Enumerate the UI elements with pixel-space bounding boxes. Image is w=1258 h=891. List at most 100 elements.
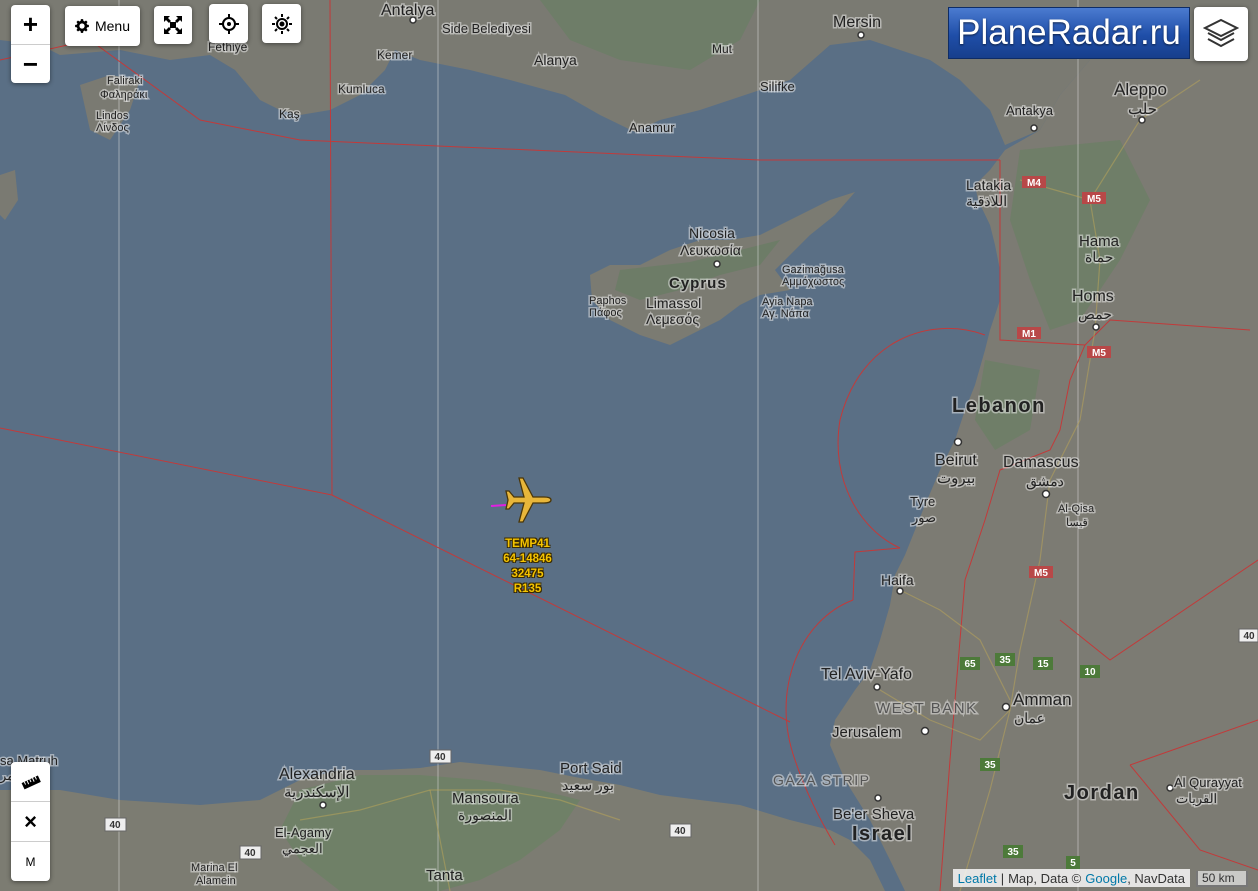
shield-40d: 40	[669, 823, 692, 838]
label-anamur: Anamur	[629, 120, 675, 135]
label-mansoura-ar: المنصورة	[458, 807, 512, 824]
label-beirut-ar: بيروت	[937, 470, 975, 487]
label-israel: Israel	[852, 823, 913, 845]
layers-button[interactable]	[1194, 7, 1248, 61]
label-kas: Kaş	[279, 107, 300, 121]
label-west-bank: WEST BANK	[876, 700, 978, 717]
label-silifke: Silifke	[760, 79, 795, 94]
label-mersin: Mersin	[833, 14, 881, 31]
label-aleppo-ar: حلب	[1128, 101, 1157, 118]
shield-35c: 35	[1003, 845, 1023, 858]
shield-m1: M1	[1017, 327, 1041, 340]
label-alanya: Alanya	[534, 52, 577, 68]
label-tyre: Tyre	[910, 494, 935, 509]
label-antakya: Antakya	[1006, 103, 1054, 118]
shield-40d-label: 40	[674, 826, 686, 837]
shield-15: 15	[1033, 657, 1053, 670]
label-tyre-ar: صور	[911, 510, 936, 526]
shield-m5a: M5	[1082, 192, 1106, 205]
attribution-separator: |	[1000, 870, 1005, 886]
locate-button[interactable]	[209, 4, 248, 43]
fullscreen-button[interactable]	[154, 6, 192, 44]
leaflet-link[interactable]: Leaflet	[958, 871, 997, 886]
label-lebanon: Lebanon	[952, 395, 1046, 417]
shield-40e: 40	[1238, 628, 1258, 643]
label-gazimagusa: Gazimağusa	[782, 264, 845, 276]
label-mansoura: Mansoura	[452, 790, 519, 807]
shield-5-label: 5	[1070, 858, 1076, 869]
google-link[interactable]: Google	[1085, 871, 1127, 886]
aircraft-label[interactable]: TEMP41 64-14846 32475 R135	[490, 537, 565, 597]
label-limassol-gr: Λεμεσός	[646, 311, 699, 327]
menu-label: Menu	[94, 18, 131, 34]
ruler-icon	[21, 774, 41, 789]
label-gazimagusa-gr: Αμμόχωστος	[782, 276, 844, 288]
label-port-said-ar: بور سعيد	[562, 777, 614, 794]
label-haifa: Haifa	[881, 572, 914, 588]
shield-65: 65	[960, 657, 980, 670]
label-lindos: Lindos	[96, 110, 129, 122]
shield-10: 10	[1080, 665, 1100, 678]
label-lindos-gr: Λίνδος	[96, 122, 129, 134]
shield-35a: 35	[995, 653, 1015, 666]
shield-15-label: 15	[1037, 659, 1049, 670]
aircraft-type: R135	[513, 583, 542, 595]
label-homs: Homs	[1072, 288, 1114, 305]
zoom-control: + −	[11, 5, 50, 83]
label-amman: Amman	[1013, 690, 1072, 709]
label-paphos-gr: Πάφος	[589, 307, 622, 319]
label-kumluca: Kumluca	[338, 82, 385, 96]
shield-40c-label: 40	[244, 848, 256, 859]
label-tel-aviv: Tel Aviv-Yafo	[821, 666, 912, 683]
shield-40c: 40	[239, 845, 262, 860]
shield-40b-label: 40	[109, 820, 121, 831]
shield-35b-label: 35	[984, 760, 996, 771]
shield-m5b-label: M5	[1092, 348, 1106, 359]
label-el-agamy-ar: العجمي	[282, 841, 323, 856]
label-nicosia: Nicosia	[689, 225, 735, 241]
label-jerusalem: Jerusalem	[832, 724, 901, 741]
attribution-navdata: , NavData	[1127, 870, 1185, 886]
label-gaza: GAZA STRIP	[773, 772, 870, 788]
label-homs-ar: حمص	[1078, 306, 1112, 323]
aircraft-altitude: 32475	[511, 568, 544, 580]
map-tools: × M	[11, 762, 50, 881]
label-nicosia-gr: Λευκωσία	[680, 242, 741, 258]
m-button[interactable]: M	[11, 841, 50, 881]
clear-measure-button[interactable]: ×	[11, 801, 50, 841]
map[interactable]: Antalya Side Belediyesi Mersin Fethiye K…	[0, 0, 1258, 891]
attribution-text: Map, Data ©	[1008, 870, 1082, 886]
label-alamein: Alamein	[196, 875, 236, 887]
label-amman-ar: عمان	[1014, 710, 1045, 726]
label-aleppo: Aleppo	[1114, 80, 1167, 99]
aircraft-track	[490, 504, 507, 507]
day-night-toggle-button[interactable]	[262, 4, 301, 43]
menu-button[interactable]: Menu	[65, 6, 140, 46]
shield-40b: 40	[104, 817, 127, 832]
label-limassol: Limassol	[646, 295, 701, 311]
planeradar-logo[interactable]: PlaneRadar.ru	[948, 7, 1190, 59]
label-alexandria-ar: الإسكندرية	[284, 784, 349, 801]
label-hama-ar: حماة	[1085, 249, 1113, 265]
shield-40a-label: 40	[434, 752, 446, 763]
sun-icon	[271, 13, 292, 34]
scale-label: 50 km	[1202, 871, 1235, 885]
label-antalya: Antalya	[381, 2, 434, 19]
shield-m5a-label: M5	[1087, 194, 1101, 205]
label-marina: Marina El	[191, 862, 237, 874]
shield-m5c: M5	[1029, 566, 1053, 579]
label-al-qisa: Al-Qisa	[1058, 503, 1095, 515]
scale-bar: 50 km	[1196, 871, 1248, 887]
measure-button[interactable]	[11, 762, 50, 801]
label-damascus: Damascus	[1003, 454, 1079, 471]
zoom-out-button[interactable]: −	[11, 44, 50, 83]
label-el-agamy: El-Agamy	[275, 825, 332, 840]
shield-m4: M4	[1022, 176, 1046, 189]
gear-icon	[74, 19, 89, 33]
label-alexandria: Alexandria	[279, 766, 355, 783]
label-al-qisa-ar: قيسا	[1066, 517, 1088, 529]
crosshair-icon	[218, 13, 239, 34]
label-side: Side Belediyesi	[442, 21, 531, 36]
label-al-qurayyat-ar: القريات	[1176, 791, 1217, 807]
zoom-in-button[interactable]: +	[11, 5, 50, 44]
